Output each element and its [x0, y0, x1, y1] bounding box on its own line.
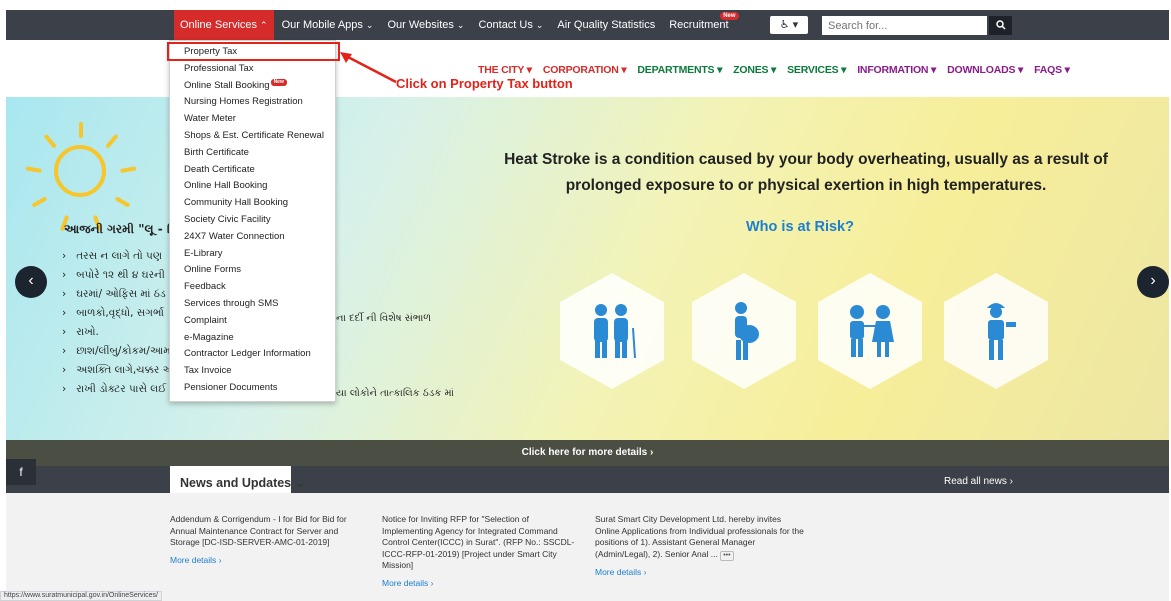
nav-label: Our Websites	[387, 19, 454, 31]
chevron-up-icon: ⌃	[260, 20, 268, 30]
online-services-dropdown: Property Tax Professional Tax Online Sta…	[169, 40, 336, 402]
gujarati-text-fragment: યા લોકોને તાત્કાલિક ઠંડક માં	[336, 388, 454, 399]
nav-our-websites[interactable]: Our Websites ⌄	[381, 10, 470, 40]
search-button[interactable]	[989, 16, 1012, 35]
top-nav: Online Services ⌃ Our Mobile Apps ⌄ Our We…	[174, 10, 739, 40]
read-all-news-link[interactable]: Read all news ›	[944, 476, 1013, 487]
list-item: રાખી ડોક્ટર પાસે લઈ	[62, 380, 176, 399]
carousel-prev-button[interactable]: ‹	[15, 266, 47, 298]
top-navbar: Online Services ⌃ Our Mobile Apps ⌄ Our We…	[6, 10, 1169, 40]
children-icon	[818, 273, 922, 389]
more-details-link[interactable]: More details ›	[170, 555, 366, 567]
menu-item-water-connection[interactable]: 24X7 Water Connection	[170, 229, 335, 246]
menu-item-online-stall-booking[interactable]: Online Stall Booking New	[170, 78, 335, 95]
nav-label: Contact Us	[478, 19, 533, 31]
new-badge: New	[270, 78, 287, 86]
chevron-down-icon: ⌄	[294, 476, 306, 490]
menu-item-professional-tax[interactable]: Professional Tax	[170, 61, 335, 78]
pregnant-woman-icon	[692, 273, 796, 389]
list-item: છાશ/લીંબુ/કોકમ/આમ	[62, 342, 176, 361]
search-icon	[995, 20, 1006, 30]
news-item: Surat Smart City Development Ltd. hereby…	[595, 514, 805, 578]
menu-item-water-meter[interactable]: Water Meter	[170, 111, 335, 128]
menu-item-nursing-homes[interactable]: Nursing Homes Registration	[170, 94, 335, 111]
menu-item-online-hall-booking[interactable]: Online Hall Booking	[170, 178, 335, 195]
menu-item-online-forms[interactable]: Online Forms	[170, 262, 335, 279]
secondary-nav: THE CITY ▾ CORPORATION ▾ DEPARTMENTS ▾ Z…	[478, 64, 1081, 76]
chevron-left-icon: ‹	[28, 272, 34, 289]
news-text: Addendum & Corrigendum - I for Bid for B…	[170, 514, 347, 548]
carousel-next-button[interactable]: ›	[1137, 266, 1169, 298]
menu-item-society-civic[interactable]: Society Civic Facility	[170, 212, 335, 229]
hero-heading: Heat Stroke is a condition caused by you…	[504, 151, 1108, 194]
more-details-link[interactable]: More details ›	[382, 578, 582, 590]
more-details-bar[interactable]: Click here for more details ›	[6, 440, 1169, 466]
secnav-faqs[interactable]: FAQS ▾	[1034, 64, 1070, 76]
worker-icon	[944, 273, 1048, 389]
menu-item-e-magazine[interactable]: e-Magazine	[170, 330, 335, 347]
list-item: અશક્તિ લાગે,ચક્કર આ	[62, 361, 176, 380]
search-input[interactable]	[822, 16, 987, 35]
news-text: Surat Smart City Development Ltd. hereby…	[595, 514, 804, 559]
hero-subheading: Who is at Risk?	[746, 219, 854, 235]
menu-item-feedback[interactable]: Feedback	[170, 279, 335, 296]
accessibility-icon: ♿︎ ▾	[779, 19, 799, 31]
annotation-text: Click on Property Tax button	[396, 76, 573, 91]
highlight-box	[167, 42, 340, 61]
nav-label: Online Services	[180, 19, 258, 31]
chevron-right-icon: ›	[1150, 272, 1156, 289]
chevron-down-icon: ⌄	[365, 20, 374, 30]
menu-item-complaint[interactable]: Complaint	[170, 313, 335, 330]
menu-item-tax-invoice[interactable]: Tax Invoice	[170, 363, 335, 380]
sun-icon	[25, 117, 137, 232]
nav-label: Our Mobile Apps	[281, 19, 363, 31]
menu-item-label: Online Stall Booking	[184, 79, 270, 91]
nav-air-quality[interactable]: Air Quality Statistics	[551, 10, 661, 40]
secnav-zones[interactable]: ZONES ▾	[733, 64, 776, 76]
list-item: તરસ ન લાગે તો પણ	[62, 247, 176, 266]
nav-label: Recruitment	[669, 19, 729, 31]
secnav-the-city[interactable]: THE CITY ▾	[478, 64, 532, 76]
menu-item-e-library[interactable]: E-Library	[170, 246, 335, 263]
nav-recruitment[interactable]: Recruitment New	[663, 10, 739, 40]
nav-label: Air Quality Statistics	[557, 19, 656, 31]
news-tab-label: News and Updates	[180, 476, 292, 490]
gujarati-tips-list: તરસ ન લાગે તો પણ બપોરે ૧૨ થી ૪ ઘરની ઘરમા…	[62, 247, 176, 399]
new-badge: New	[720, 12, 739, 20]
news-text: Notice for Inviting RFP for "Selection o…	[382, 514, 575, 571]
news-item: Addendum & Corrigendum - I for Bid for B…	[170, 514, 366, 566]
menu-item-services-sms[interactable]: Services through SMS	[170, 296, 335, 313]
list-item: બપોરે ૧૨ થી ૪ ઘરની	[62, 266, 176, 285]
secnav-information[interactable]: INFORMATION ▾	[857, 64, 936, 76]
list-item: ઘરમાં/ ઓફિસ માં ઠંડ	[62, 285, 176, 304]
annotation-arrow-icon	[340, 52, 397, 84]
menu-item-community-hall-booking[interactable]: Community Hall Booking	[170, 195, 335, 212]
menu-item-birth-certificate[interactable]: Birth Certificate	[170, 145, 335, 162]
secnav-downloads[interactable]: DOWNLOADS ▾	[947, 64, 1023, 76]
secnav-services[interactable]: SERVICES ▾	[787, 64, 846, 76]
secnav-departments[interactable]: DEPARTMENTS ▾	[637, 64, 722, 76]
menu-item-pensioner-documents[interactable]: Pensioner Documents	[170, 380, 335, 397]
menu-item-death-certificate[interactable]: Death Certificate	[170, 162, 335, 179]
nav-mobile-apps[interactable]: Our Mobile Apps ⌄	[276, 10, 380, 40]
menu-item-contractor-ledger[interactable]: Contractor Ledger Information	[170, 346, 335, 363]
more-details-link[interactable]: More details ›	[595, 567, 805, 579]
accessibility-button[interactable]: ♿︎ ▾	[770, 16, 808, 34]
list-item: બાળકો,વૃદ્ધો, સગર્ભા	[62, 304, 176, 323]
ellipsis-button[interactable]: •••	[720, 550, 734, 561]
nav-contact-us[interactable]: Contact Us ⌄	[472, 10, 549, 40]
menu-item-shops-est[interactable]: Shops & Est. Certificate Renewal	[170, 128, 335, 145]
status-bar-url: https://www.suratmunicipal.gov.in/Online…	[0, 591, 162, 601]
nav-online-services[interactable]: Online Services ⌃	[174, 10, 274, 40]
chevron-down-icon: ⌄	[456, 20, 465, 30]
news-item: Notice for Inviting RFP for "Selection o…	[382, 514, 582, 590]
secnav-corporation[interactable]: CORPORATION ▾	[543, 64, 627, 76]
chevron-down-icon: ⌄	[535, 20, 544, 30]
gujarati-text-fragment: ના દર્દી ની વિશેષ સંભાળ	[336, 313, 432, 324]
list-item: રાખો.	[62, 323, 176, 342]
elderly-icon	[560, 273, 664, 389]
facebook-icon[interactable]: f	[6, 459, 36, 485]
